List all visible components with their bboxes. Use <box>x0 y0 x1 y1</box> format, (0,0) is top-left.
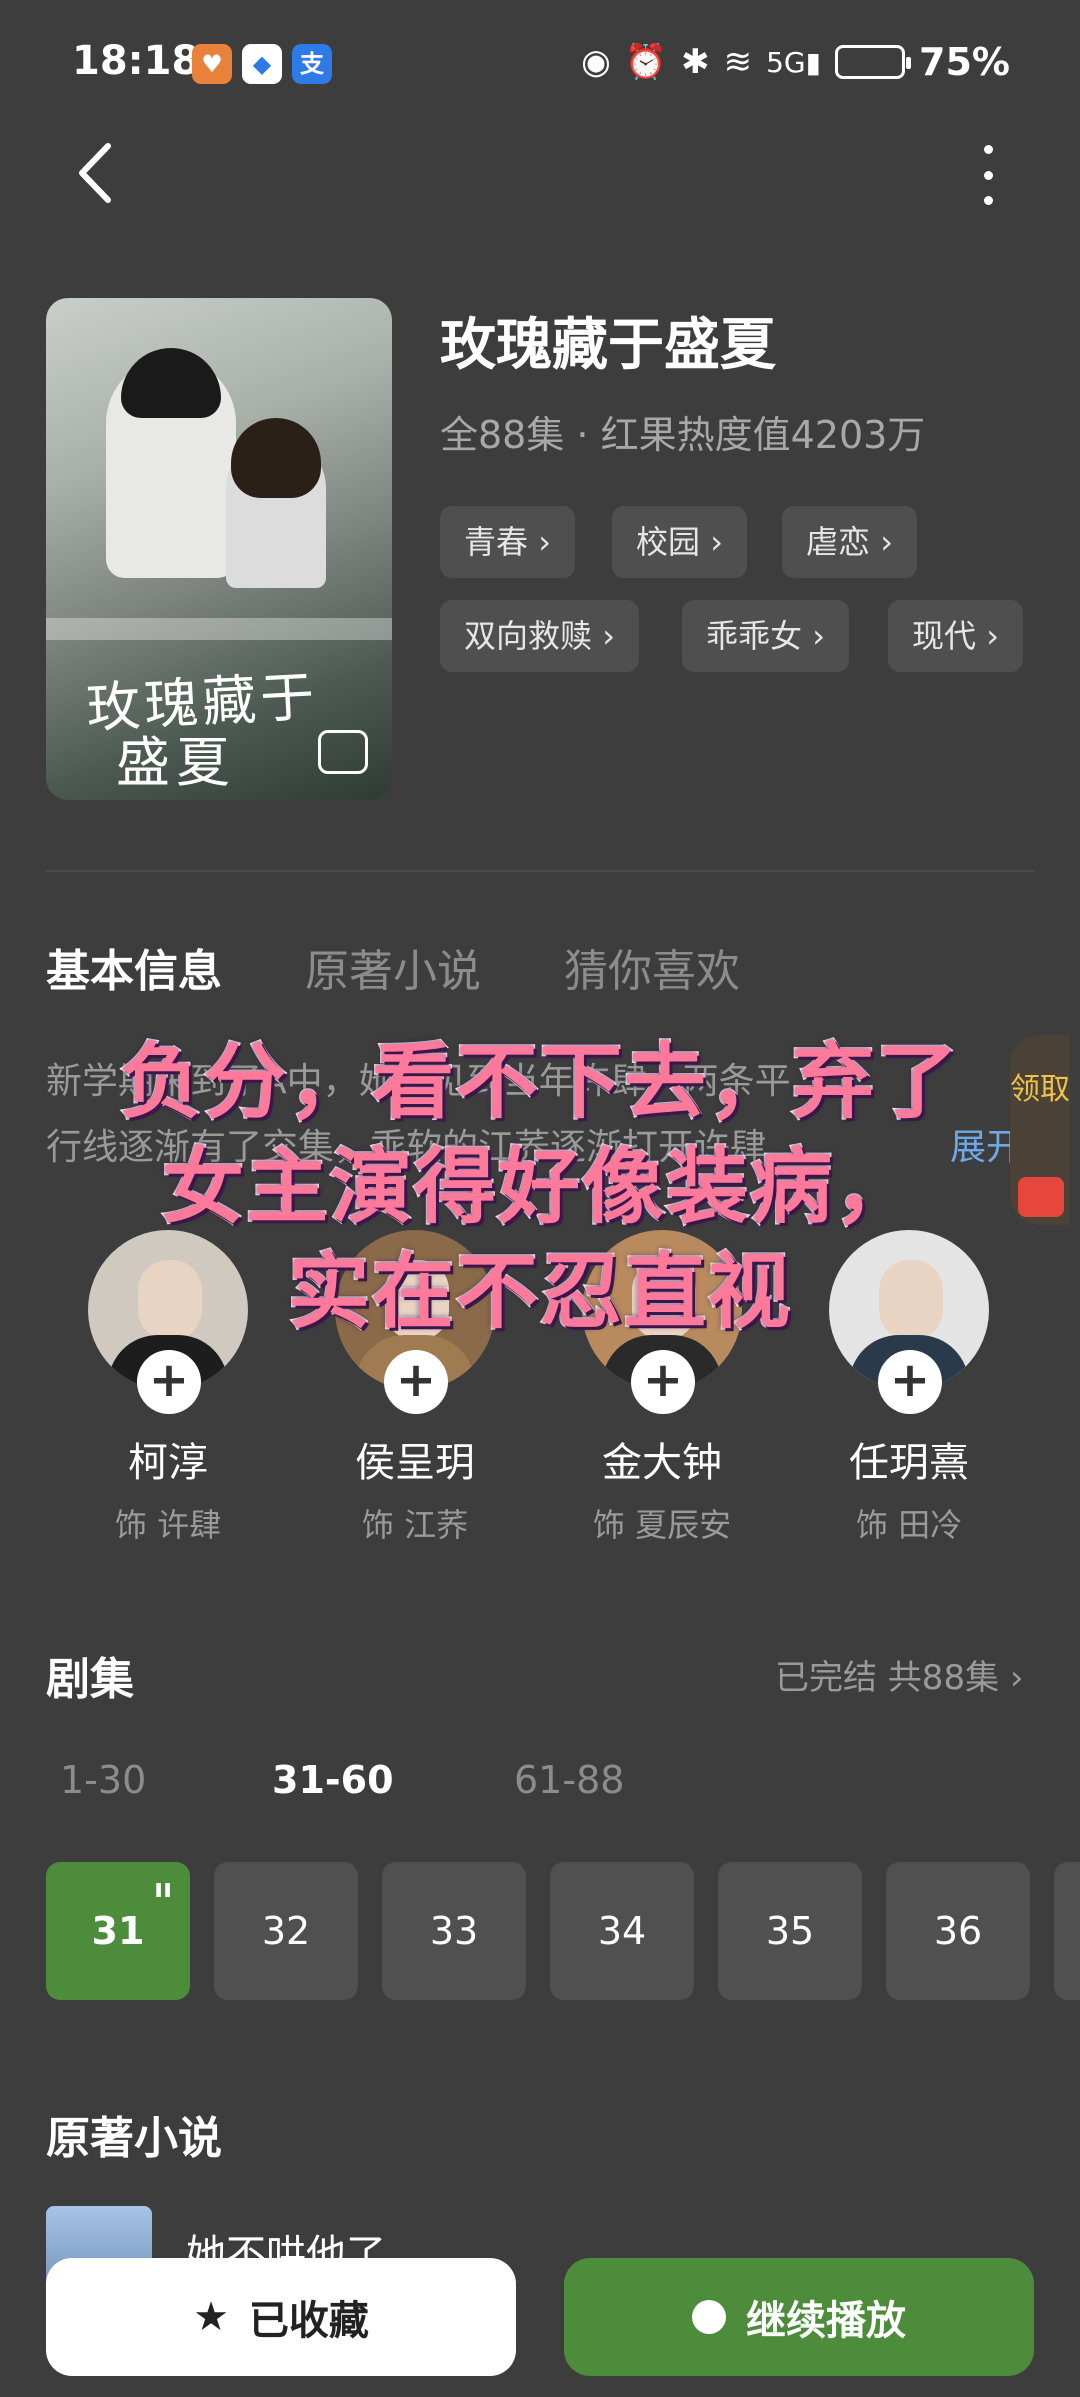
continue-play-button[interactable]: 继续播放 <box>564 2258 1034 2376</box>
range-tab-31-60[interactable]: 31-60 <box>272 1758 394 1802</box>
playing-icon: ıı <box>154 1874 172 1904</box>
tag-sad-romance[interactable]: 虐恋 <box>782 506 917 578</box>
range-tab-61-88[interactable]: 61-88 <box>514 1758 624 1802</box>
novel-section-title: 原著小说 <box>46 2113 222 2164</box>
show-poster[interactable]: 玫瑰藏于 盛夏 <box>46 298 392 800</box>
tag-good-girl[interactable]: 乖乖女 <box>682 600 849 672</box>
divider <box>46 870 1034 872</box>
episode-button-33[interactable]: 33 <box>382 1862 526 2000</box>
cast-role: 饰 江荞 <box>361 1506 469 1544</box>
signal-icon: 5G▮ <box>766 45 822 79</box>
episode-button-32[interactable]: 32 <box>214 1862 358 2000</box>
episode-button-partial[interactable] <box>1054 1862 1080 2000</box>
battery-percent: 75% <box>919 40 1010 84</box>
tag-mutual-redemption[interactable]: 双向救赎 <box>440 600 639 672</box>
follow-plus-icon[interactable]: + <box>631 1350 695 1414</box>
alarm-icon: ⏰ <box>624 42 668 82</box>
bluetooth-icon: ✱ <box>681 42 710 82</box>
tab-basic-info[interactable]: 基本信息 <box>46 935 222 999</box>
cast-name: 金大钟 <box>602 1440 722 1486</box>
tab-original-novel[interactable]: 原著小说 <box>305 935 481 999</box>
back-icon[interactable] <box>70 138 120 208</box>
tag-youth[interactable]: 青春 <box>440 506 575 578</box>
poster-title-2: 盛夏 <box>116 731 236 794</box>
status-icons: ◉ ⏰ ✱ ≋ 5G▮ 75% <box>581 40 1010 84</box>
cast-name: 任玥熹 <box>849 1440 969 1486</box>
follow-plus-icon[interactable]: + <box>137 1350 201 1414</box>
episode-number: 31 <box>91 1909 145 1953</box>
caption-line-2: 女主演得好像装病， <box>160 1139 918 1237</box>
cast-name: 侯呈玥 <box>355 1440 475 1486</box>
tag-modern[interactable]: 现代 <box>888 600 1023 672</box>
tab-recommendations[interactable]: 猜你喜欢 <box>564 935 740 999</box>
follow-plus-icon[interactable]: + <box>384 1350 448 1414</box>
status-bar: 18:18 ♥ ◆ 支 ◉ ⏰ ✱ ≋ 5G▮ 75% <box>0 0 1080 130</box>
show-meta: 全88集 · 红果热度值4203万 <box>440 413 926 457</box>
play-icon <box>692 2300 726 2334</box>
collect-button[interactable]: ★ 已收藏 <box>46 2258 516 2376</box>
range-tab-1-30[interactable]: 1-30 <box>60 1758 146 1802</box>
heart-app-icon: ♥ <box>192 44 232 84</box>
cast-role: 饰 田冷 <box>855 1506 963 1544</box>
cast-role: 饰 夏辰安 <box>592 1506 732 1544</box>
episode-button-35[interactable]: 35 <box>718 1862 862 2000</box>
cast-name: 柯淳 <box>128 1440 208 1486</box>
star-icon: ★ <box>193 2294 229 2340</box>
show-title: 玫瑰藏于盛夏 <box>440 313 776 378</box>
caption-line-3: 实在不忍直视 <box>286 1244 792 1342</box>
camera-icon <box>318 730 368 774</box>
more-options-icon[interactable] <box>980 145 996 205</box>
status-time: 18:18 <box>72 38 200 84</box>
caption-line-1: 负分，看不下去，弃了 <box>118 1034 960 1132</box>
alipay-icon: 支 <box>292 44 332 84</box>
episode-button-31[interactable]: 31 ıı <box>46 1862 190 2000</box>
wifi-icon: ≋ <box>723 42 753 82</box>
play-label: 继续播放 <box>746 2298 906 2344</box>
collect-label: 已收藏 <box>248 2298 369 2344</box>
episodes-title: 剧集 <box>46 1654 134 1705</box>
eye-icon: ◉ <box>581 42 611 82</box>
episode-button-34[interactable]: 34 <box>550 1862 694 2000</box>
tag-campus[interactable]: 校园 <box>612 506 747 578</box>
battery-icon <box>835 45 912 79</box>
episode-button-36[interactable]: 36 <box>886 1862 1030 2000</box>
blue-app-icon: ◆ <box>242 44 282 84</box>
episodes-status-link[interactable]: 已完结 共88集 › <box>775 1650 1023 1699</box>
cast-role: 饰 许肆 <box>114 1506 222 1544</box>
follow-plus-icon[interactable]: + <box>878 1350 942 1414</box>
